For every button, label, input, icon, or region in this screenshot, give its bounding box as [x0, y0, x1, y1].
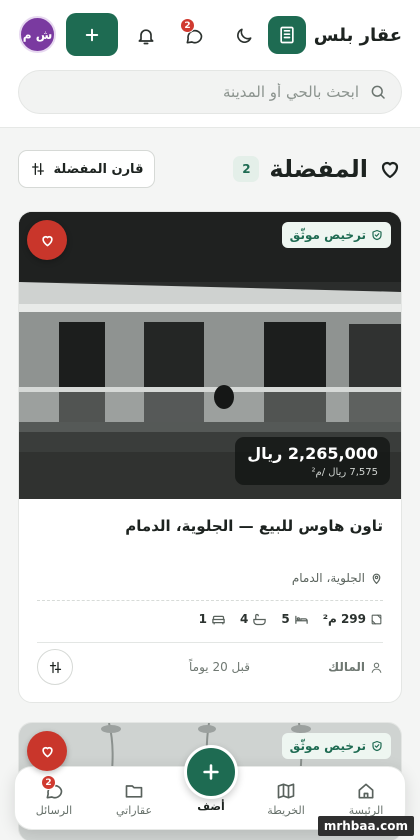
nav-add-button[interactable]	[184, 745, 238, 799]
bed-icon	[294, 615, 308, 624]
spec-baths: 4	[240, 612, 267, 626]
messages-button[interactable]: 2	[178, 18, 210, 52]
spec-beds: 5	[281, 612, 308, 626]
baths-value: 4	[239, 612, 249, 626]
map-icon	[277, 783, 295, 799]
compare-label: قارن المفضلة	[53, 161, 144, 177]
avatar[interactable]: ش م	[19, 16, 56, 53]
building-icon	[267, 16, 306, 54]
nav-messages-label: الرسائل	[35, 804, 73, 817]
compare-icon	[31, 163, 44, 175]
folder-icon	[125, 785, 143, 798]
messages-badge: 2	[41, 775, 56, 790]
add-listing-button[interactable]	[66, 13, 118, 56]
listing-card[interactable]: ترخيص موثّق 2,265,000 ريال 7,575 ريال /م…	[18, 211, 402, 703]
top-bar: عقار بلس 2 ش م	[0, 0, 420, 128]
notifications-button[interactable]	[130, 20, 162, 52]
listing-owner: المالك	[328, 660, 383, 674]
listing-specs: 299 م² 5 4 1	[199, 612, 383, 626]
location-pin-icon	[372, 573, 381, 584]
compare-favorites-button[interactable]: قارن المفضلة	[18, 150, 155, 188]
divider	[37, 642, 383, 643]
license-label: ترخيص موثّق	[289, 739, 366, 753]
shield-check-icon	[372, 740, 382, 752]
nav-messages[interactable]: الرسائل 2	[19, 775, 89, 817]
favorites-count-badge: 2	[233, 156, 260, 182]
area-icon	[371, 614, 382, 624]
nav-my-listings-label: عقاراتي	[115, 804, 153, 817]
search-icon	[371, 85, 385, 99]
license-label: ترخيص موثّق	[289, 228, 366, 242]
heart-icon	[41, 235, 53, 246]
owner-label: المالك	[328, 660, 365, 674]
listing-photo[interactable]: ترخيص موثّق 2,265,000 ريال 7,575 ريال /م…	[19, 212, 401, 499]
favorites-header: المفضلة 2 قارن المفضلة	[18, 150, 402, 188]
listing-location: الجلوية، الدمام	[292, 571, 383, 585]
plus-icon	[203, 764, 219, 780]
price-per-meter: 7,575 ريال /م²	[311, 467, 379, 478]
home-icon	[358, 783, 374, 799]
heart-icon	[41, 746, 53, 757]
search-bar	[18, 70, 402, 114]
app-name: عقار بلس	[313, 24, 402, 46]
spec-living: 1	[199, 612, 226, 626]
brand[interactable]: عقار بلس	[267, 16, 402, 54]
nav-map-label: الخريطة	[267, 804, 305, 817]
posted-time: قبل 20 يوماً	[189, 660, 250, 674]
listing-details: تاون هاوس للبيع — الجلوية، الدمام الجلوي…	[19, 499, 401, 702]
location-text: الجلوية، الدمام	[291, 571, 365, 585]
compare-icon	[49, 661, 61, 673]
heart-outline-icon	[381, 161, 399, 179]
price: 2,265,000 ريال	[247, 444, 378, 463]
page-title: المفضلة	[269, 155, 368, 183]
user-icon	[371, 662, 382, 673]
add-to-compare-button[interactable]	[37, 649, 73, 685]
shield-check-icon	[372, 229, 382, 241]
favorite-toggle-button[interactable]	[27, 220, 67, 260]
license-badge: ترخيص موثّق	[281, 733, 391, 759]
divider	[37, 600, 383, 601]
nav-map[interactable]: الخريطة	[251, 781, 321, 817]
search-input[interactable]	[33, 83, 359, 101]
spec-area: 299 م²	[323, 612, 383, 626]
favorite-toggle-button[interactable]	[27, 731, 67, 771]
nav-add[interactable]: أضف	[181, 745, 241, 813]
moon-icon	[237, 28, 252, 43]
listing-title[interactable]: تاون هاوس للبيع — الجلوية، الدمام	[125, 517, 383, 535]
living-value: 1	[198, 612, 207, 626]
theme-toggle-button[interactable]	[228, 20, 260, 52]
nav-add-label: أضف	[197, 800, 225, 813]
plus-icon	[85, 28, 99, 41]
license-badge: ترخيص موثّق	[281, 222, 391, 248]
messages-badge: 2	[180, 18, 195, 33]
bell-icon	[138, 29, 154, 45]
sofa-icon	[212, 615, 225, 624]
nav-my-listings[interactable]: عقاراتي	[99, 781, 169, 817]
watermark: mrhbaa.com	[317, 816, 414, 836]
beds-value: 5	[281, 612, 290, 626]
favorites-title-group: المفضلة 2	[233, 150, 402, 188]
bath-icon	[253, 613, 267, 625]
nav-home[interactable]: الرئيسة	[331, 781, 401, 817]
area-value: 299 م²	[322, 612, 366, 626]
price-box: 2,265,000 ريال 7,575 ريال /م²	[235, 437, 390, 485]
